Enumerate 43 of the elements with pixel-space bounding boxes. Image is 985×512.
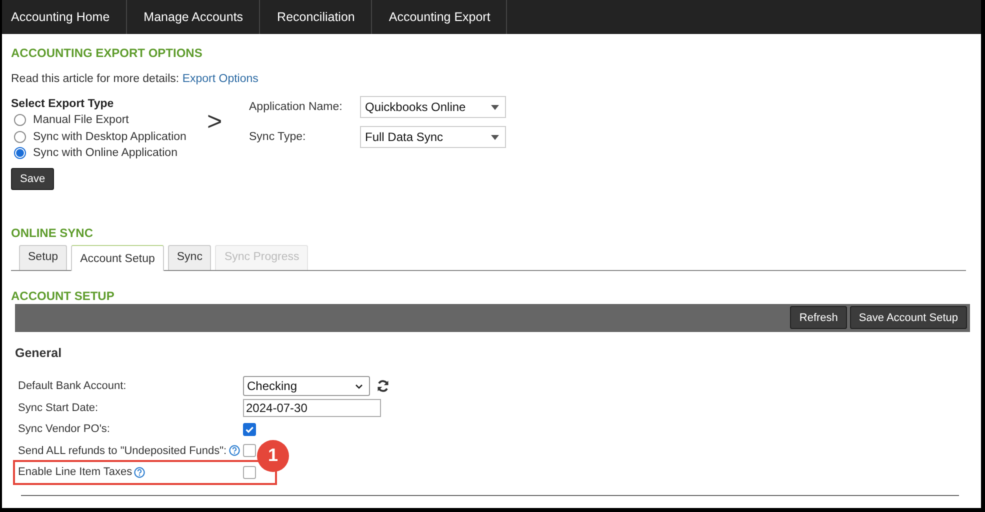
date-field[interactable]: 2024-07-30 bbox=[243, 398, 381, 417]
help-icon[interactable] bbox=[228, 445, 240, 456]
nav-tab[interactable]: Manage Accounts bbox=[126, 0, 260, 34]
nav-tab[interactable]: Accounting Export bbox=[372, 0, 508, 34]
select-field[interactable]: Checking bbox=[243, 376, 370, 396]
dropdown[interactable]: Quickbooks Online bbox=[360, 96, 506, 118]
radio-button[interactable] bbox=[14, 130, 26, 143]
field-label: Default Bank Account: bbox=[18, 380, 126, 392]
radio-button[interactable] bbox=[14, 147, 26, 160]
save-account-setup-button[interactable]: Save Account Setup bbox=[850, 306, 967, 329]
tab[interactable]: Account Setup bbox=[71, 244, 164, 270]
nav-tab[interactable]: Reconciliation bbox=[260, 0, 372, 34]
refresh-button[interactable]: Refresh bbox=[790, 306, 847, 329]
radio-label: Sync with Online Application bbox=[33, 147, 178, 160]
chevron-icon bbox=[355, 384, 363, 390]
refresh-icon[interactable] bbox=[376, 379, 390, 394]
field-label: Send ALL refunds to "Undeposited Funds": bbox=[18, 444, 227, 457]
radio-label: Sync with Desktop Application bbox=[33, 130, 186, 143]
field-label: Enable Line Item Taxes bbox=[18, 466, 132, 478]
help-icon[interactable] bbox=[134, 466, 146, 478]
radio-label: Manual File Export bbox=[33, 114, 129, 126]
save-button[interactable]: Save bbox=[11, 168, 54, 190]
export-options-link[interactable]: Export Options bbox=[182, 73, 258, 85]
step-badge: 1 bbox=[257, 440, 289, 472]
section-heading: General bbox=[15, 346, 63, 360]
nav-tab[interactable]: Accounting Home bbox=[2, 0, 127, 34]
radio-button[interactable] bbox=[14, 114, 26, 126]
tab[interactable]: Setup bbox=[19, 244, 68, 270]
arrow-glyph: > bbox=[207, 106, 224, 137]
section-title: ONLINE SYNC bbox=[11, 226, 94, 240]
field-label: Sync Type: bbox=[249, 131, 307, 143]
intro-text: Read this article for more details: bbox=[11, 73, 180, 85]
checkbox[interactable] bbox=[243, 466, 256, 479]
section-title: ACCOUNTING EXPORT OPTIONS bbox=[11, 46, 204, 60]
tab[interactable]: Sync bbox=[168, 244, 212, 270]
section-title: ACCOUNT SETUP bbox=[11, 288, 116, 302]
field-label: Application Name: bbox=[249, 101, 344, 113]
dropdown[interactable]: Full Data Sync bbox=[360, 126, 506, 148]
checkbox[interactable] bbox=[243, 444, 256, 458]
field-label: Sync Vendor PO's: bbox=[18, 423, 110, 436]
field-label: Select Export Type bbox=[11, 98, 115, 110]
checkbox[interactable] bbox=[243, 422, 256, 436]
field-label: Sync Start Date: bbox=[18, 402, 98, 414]
